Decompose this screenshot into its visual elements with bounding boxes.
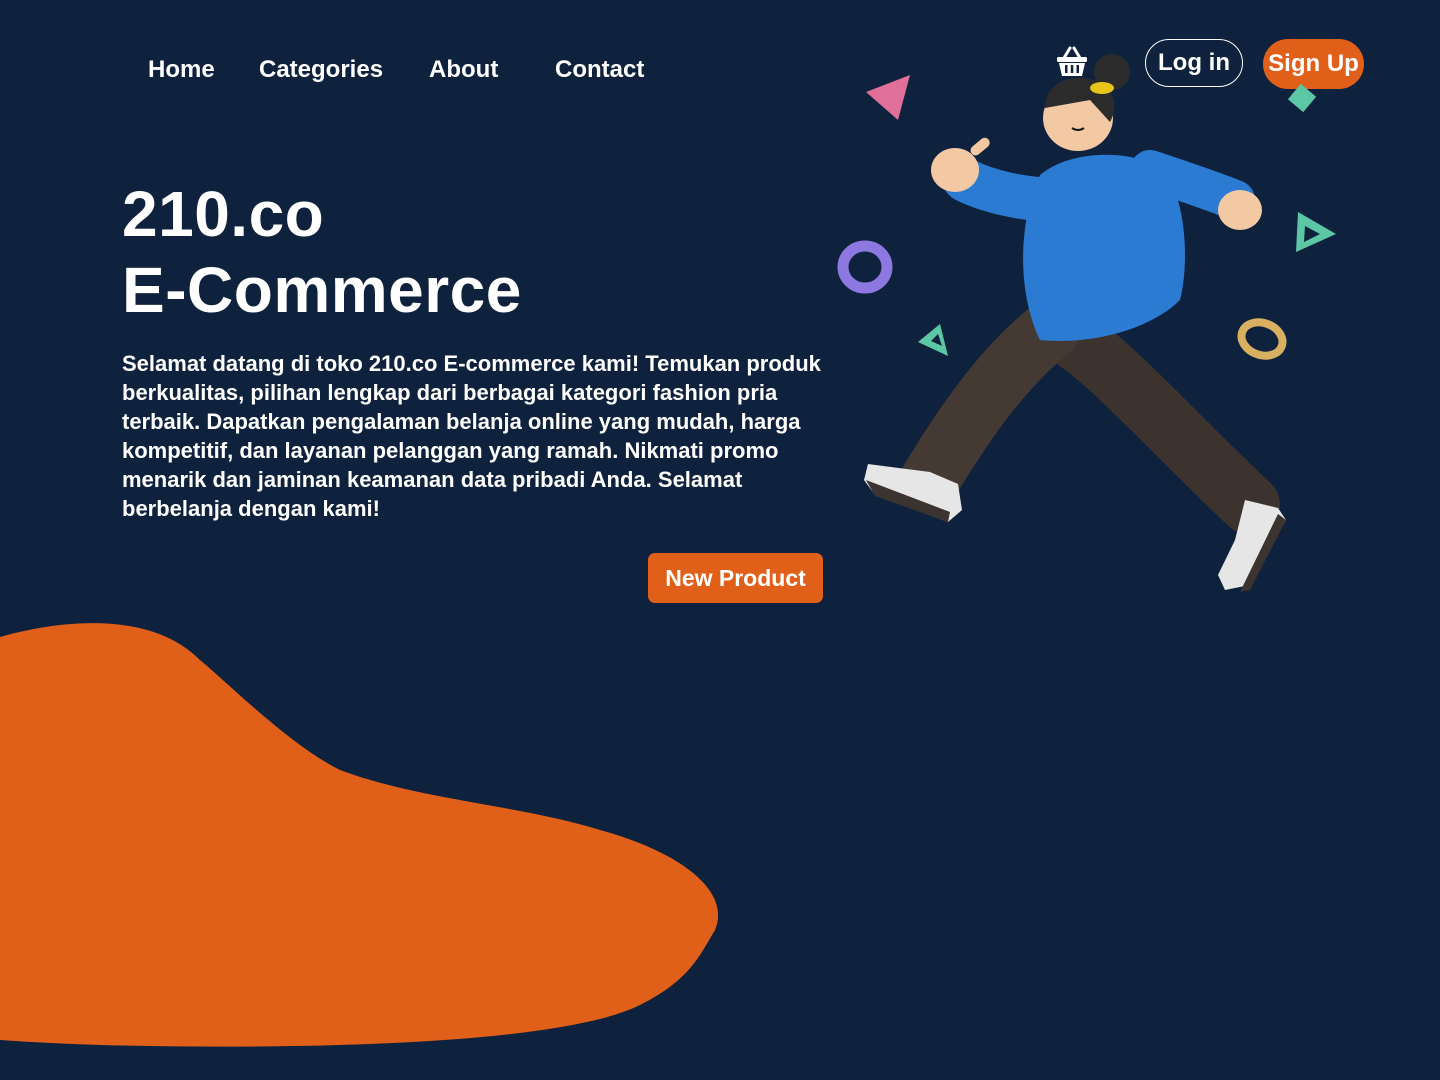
- purple-ring-shape: [837, 240, 893, 294]
- nav-home[interactable]: Home: [148, 56, 215, 84]
- hero-description: Selamat datang di toko 210.co E-commerce…: [122, 351, 821, 521]
- pink-triangle-shape: [866, 75, 910, 120]
- nav-categories[interactable]: Categories: [259, 56, 383, 84]
- new-product-button[interactable]: New Product: [648, 553, 823, 603]
- teal-cube-shape: [1287, 83, 1317, 113]
- hero-title-line1: 210.co: [122, 178, 325, 250]
- nav-contact[interactable]: Contact: [555, 56, 644, 84]
- small-teal-triangle-shape: [918, 324, 948, 356]
- teal-triangle-shape: [1296, 212, 1336, 252]
- orange-blob-decoration: [0, 623, 719, 1047]
- nav-about[interactable]: About: [429, 56, 498, 84]
- running-person-illustration: [837, 54, 1336, 592]
- gold-ring-shape: [1237, 318, 1287, 360]
- hero-title-line2: E-Commerce: [122, 254, 522, 326]
- hero-title: 210.co E-Commerce: [122, 176, 522, 328]
